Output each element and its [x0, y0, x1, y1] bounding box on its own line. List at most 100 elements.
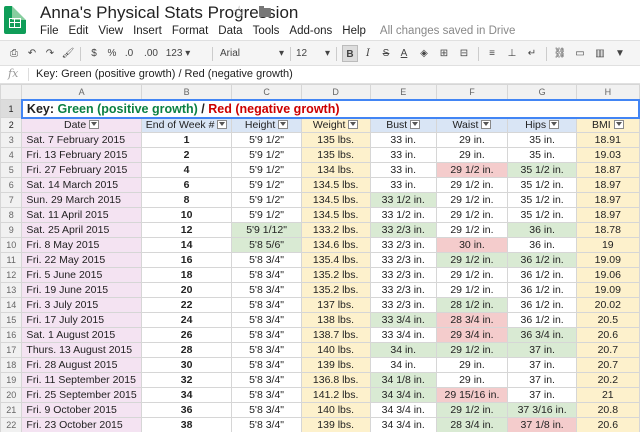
- cell-height[interactable]: 5'8 3/4": [231, 282, 302, 298]
- cell-weight[interactable]: 140 lbs.: [300, 342, 371, 358]
- cell-weight[interactable]: 134.5 lbs.: [300, 192, 371, 208]
- cell-weight[interactable]: 138 lbs.: [300, 312, 371, 328]
- filter-dropdown-icon[interactable]: [481, 119, 492, 129]
- row-header[interactable]: 10: [0, 237, 23, 253]
- cell-date[interactable]: Fri. 25 September 2015: [21, 387, 142, 403]
- row-header[interactable]: 6: [0, 177, 23, 193]
- cell-bmi[interactable]: 19.09: [576, 252, 640, 268]
- cell-waist[interactable]: 28 1/2 in.: [435, 297, 509, 313]
- cell-hips[interactable]: 36 1/2 in.: [507, 297, 578, 313]
- cell-bmi[interactable]: 18.97: [576, 192, 640, 208]
- menu-edit[interactable]: Edit: [69, 25, 89, 37]
- filter-dropdown-icon[interactable]: [278, 119, 289, 129]
- menu-add-ons[interactable]: Add-ons: [289, 25, 332, 37]
- header-cell[interactable]: BMI: [576, 117, 640, 133]
- cell-weight[interactable]: 137 lbs.: [300, 297, 371, 313]
- cell-waist[interactable]: 29 1/2 in.: [435, 252, 509, 268]
- cell-weight[interactable]: 141.2 lbs.: [300, 387, 371, 403]
- cell-bust[interactable]: 34 3/4 in.: [369, 387, 437, 403]
- cell-hips[interactable]: 35 in.: [507, 132, 578, 148]
- cell-bmi[interactable]: 20.02: [576, 297, 640, 313]
- cell-hips[interactable]: 36 1/2 in.: [507, 282, 578, 298]
- header-cell[interactable]: Date: [21, 117, 142, 133]
- cell-height[interactable]: 5'9 1/2": [231, 147, 302, 163]
- filter-icon[interactable]: ▼: [612, 45, 628, 62]
- cell-week[interactable]: 20: [140, 282, 233, 298]
- cell-date[interactable]: Fri. 27 February 2015: [21, 162, 142, 178]
- cell-height[interactable]: 5'9 1/2": [231, 207, 302, 223]
- cell-hips[interactable]: 37 in.: [507, 357, 578, 373]
- cell-date[interactable]: Sun. 29 March 2015: [21, 192, 142, 208]
- cell-bmi[interactable]: 19.03: [576, 147, 640, 163]
- borders-icon[interactable]: ⊞: [436, 45, 452, 62]
- cell-week[interactable]: 22: [140, 297, 233, 313]
- cell-height[interactable]: 5'8 3/4": [231, 402, 302, 418]
- filter-dropdown-icon[interactable]: [348, 119, 359, 129]
- cell-height[interactable]: 5'8 3/4": [231, 417, 302, 432]
- cell-waist[interactable]: 30 in.: [435, 237, 509, 253]
- cell-date[interactable]: Fri. 9 October 2015: [21, 402, 142, 418]
- cell-height[interactable]: 5'8 3/4": [231, 297, 302, 313]
- cell-bust[interactable]: 33 in.: [369, 162, 437, 178]
- cell-weight[interactable]: 139 lbs.: [300, 357, 371, 373]
- cell-waist[interactable]: 29 in.: [435, 147, 509, 163]
- cell-bust[interactable]: 33 in.: [369, 147, 437, 163]
- cell-hips[interactable]: 37 in.: [507, 387, 578, 403]
- cell-weight[interactable]: 133.2 lbs.: [300, 222, 371, 238]
- cell-week[interactable]: 32: [140, 372, 233, 388]
- cell-waist[interactable]: 29 1/2 in.: [435, 177, 509, 193]
- cell-height[interactable]: 5'8 3/4": [231, 357, 302, 373]
- cell-date[interactable]: Fri. 11 September 2015: [21, 372, 142, 388]
- row-header[interactable]: 3: [0, 132, 23, 148]
- font-size-select[interactable]: 12 ▾: [296, 45, 332, 62]
- row-header[interactable]: 5: [0, 162, 23, 178]
- horizontal-align-icon[interactable]: ≡: [484, 45, 500, 62]
- cell-weight[interactable]: 135.2 lbs.: [300, 282, 371, 298]
- cell-week[interactable]: 24: [140, 312, 233, 328]
- text-color-button[interactable]: A: [396, 45, 412, 62]
- cell-weight[interactable]: 140 lbs.: [300, 402, 371, 418]
- cell-weight[interactable]: 135 lbs.: [300, 147, 371, 163]
- formula-input[interactable]: Key: Green (positive growth) / Red (nega…: [36, 68, 293, 80]
- cell-hips[interactable]: 36 1/2 in.: [507, 267, 578, 283]
- cell-bmi[interactable]: 18.87: [576, 162, 640, 178]
- cell-height[interactable]: 5'8 3/4": [231, 342, 302, 358]
- cell-waist[interactable]: 29 1/2 in.: [435, 282, 509, 298]
- cell-hips[interactable]: 37 3/16 in.: [507, 402, 578, 418]
- cell-bmi[interactable]: 20.7: [576, 357, 640, 373]
- cell-week[interactable]: 30: [140, 357, 233, 373]
- cell-weight[interactable]: 134 lbs.: [300, 162, 371, 178]
- cell-weight[interactable]: 134.6 lbs.: [300, 237, 371, 253]
- cell-height[interactable]: 5'8 5/6": [231, 237, 302, 253]
- cell-bmi[interactable]: 20.5: [576, 312, 640, 328]
- cell-waist[interactable]: 28 3/4 in.: [435, 417, 509, 432]
- key-cell[interactable]: Key: Green (positive growth) / Red (nega…: [20, 98, 640, 119]
- cell-height[interactable]: 5'8 3/4": [231, 372, 302, 388]
- cell-bust[interactable]: 33 2/3 in.: [369, 252, 437, 268]
- cell-height[interactable]: 5'9 1/2": [231, 177, 302, 193]
- row-header[interactable]: 12: [0, 267, 23, 283]
- text-wrap-icon[interactable]: ↵: [524, 45, 540, 62]
- cell-bust[interactable]: 34 3/4 in.: [369, 417, 437, 432]
- cell-week[interactable]: 8: [140, 192, 233, 208]
- filter-dropdown-icon[interactable]: [217, 119, 228, 129]
- row-header[interactable]: 2: [0, 117, 23, 133]
- cell-week[interactable]: 28: [140, 342, 233, 358]
- cell-date[interactable]: Fri. 22 May 2015: [21, 252, 142, 268]
- folder-icon[interactable]: [259, 6, 271, 17]
- cell-hips[interactable]: 36 1/2 in.: [507, 312, 578, 328]
- menu-view[interactable]: View: [98, 25, 123, 37]
- cell-date[interactable]: Sat. 11 April 2015: [21, 207, 142, 223]
- cell-weight[interactable]: 136.8 lbs.: [300, 372, 371, 388]
- row-header[interactable]: 1: [0, 99, 23, 118]
- cell-week[interactable]: 10: [140, 207, 233, 223]
- increase-decimals-button[interactable]: .00: [140, 45, 162, 62]
- cell-bmi[interactable]: 18.78: [576, 222, 640, 238]
- cell-waist[interactable]: 29 1/2 in.: [435, 192, 509, 208]
- header-cell[interactable]: Height: [231, 117, 302, 133]
- cell-week[interactable]: 26: [140, 327, 233, 343]
- cell-weight[interactable]: 135 lbs.: [300, 132, 371, 148]
- column-header-c[interactable]: C: [231, 84, 302, 100]
- menu-tools[interactable]: Tools: [253, 25, 280, 37]
- cell-waist[interactable]: 29 in.: [435, 357, 509, 373]
